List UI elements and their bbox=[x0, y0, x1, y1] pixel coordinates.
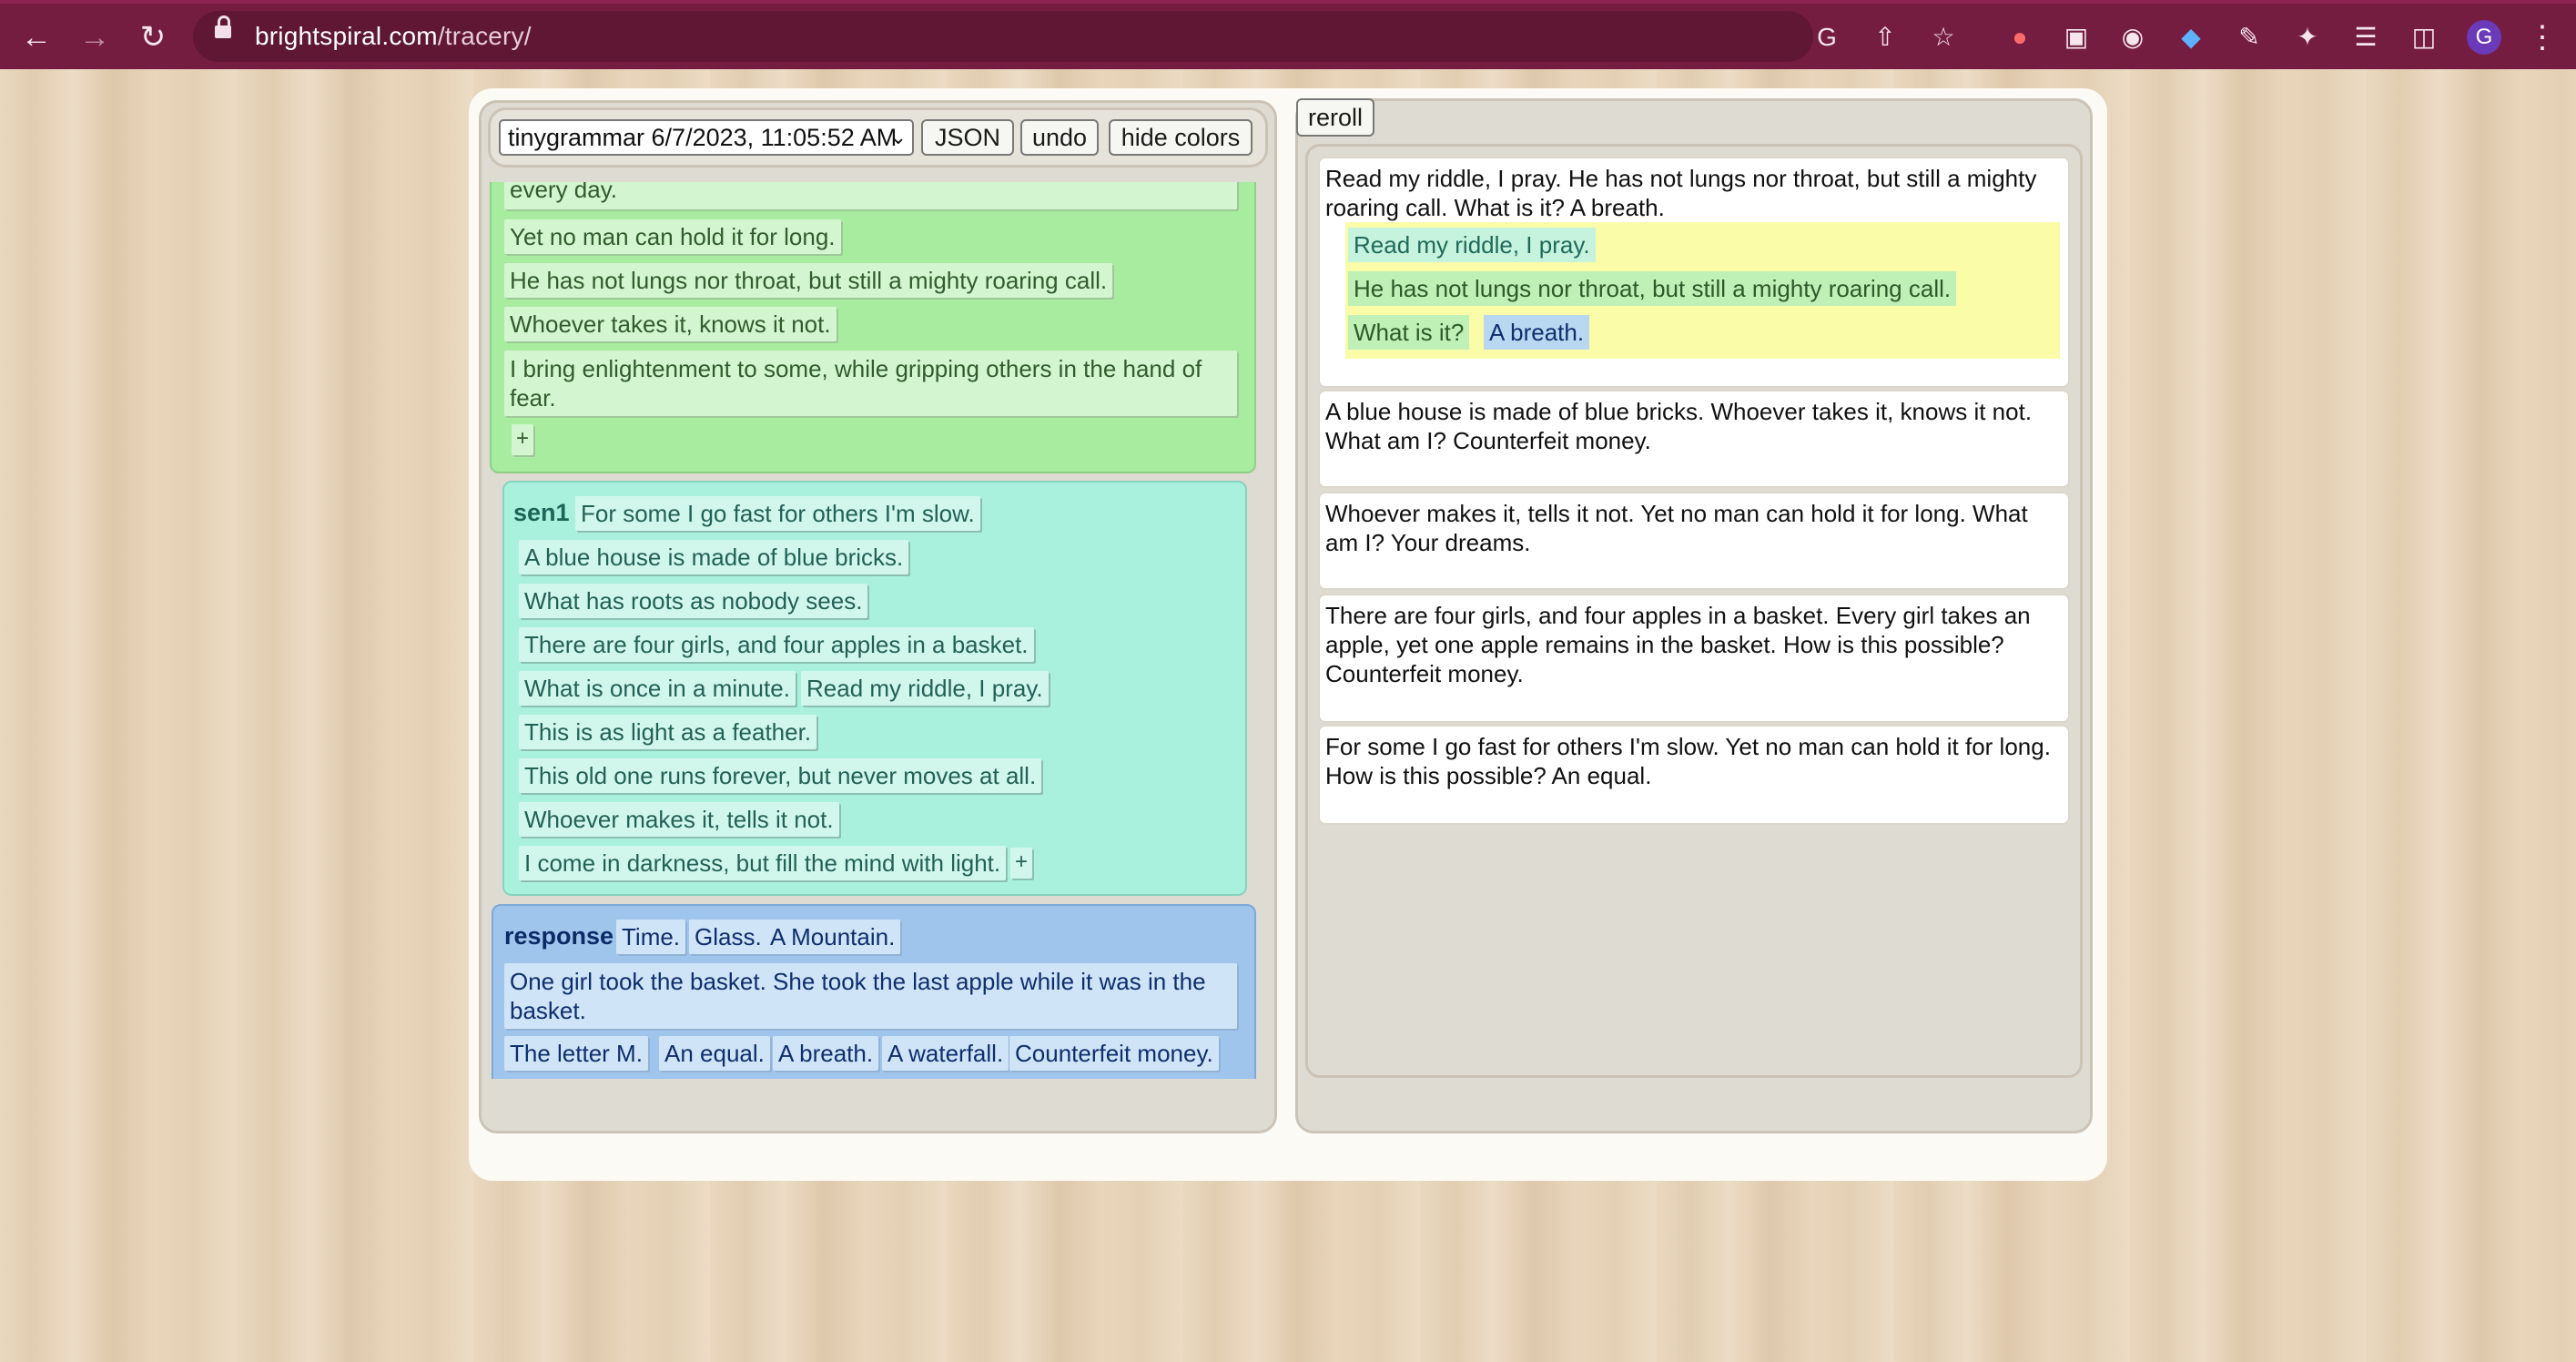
trace-highlight: Read my riddle, I pray. He has not lungs… bbox=[1345, 222, 2060, 359]
trace-segment[interactable]: A breath. bbox=[1484, 315, 1590, 350]
rule-item[interactable]: He has not lungs nor throat, but still a… bbox=[504, 263, 1113, 298]
url-path: /tracery/ bbox=[437, 22, 532, 50]
reroll-button[interactable]: reroll bbox=[1296, 98, 1374, 137]
menu-icon[interactable]: ⋮ bbox=[2527, 20, 2558, 55]
rule-item[interactable]: This old one runs forever, but never mov… bbox=[519, 758, 1042, 793]
grammar-select[interactable]: tinygrammar 6/7/2023, 11:05:52 AM ⌄ bbox=[499, 119, 914, 156]
rule-item[interactable]: Whoever makes it, tells it not. bbox=[519, 802, 839, 837]
rules-list[interactable]: every day. Yet no man can hold it for lo… bbox=[484, 182, 1262, 1079]
url-text[interactable]: brightspiral.com/tracery/ bbox=[255, 22, 532, 51]
rule-item[interactable]: This is as light as a feather. bbox=[519, 715, 817, 749]
json-button[interactable]: JSON bbox=[921, 119, 1014, 156]
output-card[interactable]: For some I go fast for others I'm slow. … bbox=[1318, 725, 2070, 825]
forward-icon[interactable]: → bbox=[76, 19, 113, 56]
extension-cm-icon[interactable]: ◉ bbox=[2115, 20, 2150, 55]
rule-item[interactable]: For some I go fast for others I'm slow. bbox=[575, 496, 980, 531]
url-domain: brightspiral.com bbox=[255, 22, 438, 50]
output-card[interactable]: There are four girls, and four apples in… bbox=[1318, 594, 2070, 723]
rule-item[interactable]: A breath. bbox=[773, 1036, 879, 1071]
rule-item[interactable]: There are four girls, and four apples in… bbox=[519, 627, 1034, 662]
add-item-button[interactable]: + bbox=[512, 424, 533, 455]
output-card[interactable]: Whoever makes it, tells it not. Yet no m… bbox=[1318, 492, 2070, 590]
reload-icon[interactable]: ↻ bbox=[135, 19, 171, 56]
browser-toolbar: ← → ↻ brightspiral.com/tracery/ G ⇧ ☆ ● … bbox=[0, 0, 2576, 69]
rule-item[interactable]: Time. bbox=[616, 920, 686, 954]
rule-item[interactable]: Glass. bbox=[689, 920, 767, 954]
rule-item[interactable]: Read my riddle, I pray. bbox=[801, 671, 1049, 706]
trace-segment[interactable]: What is it? bbox=[1348, 315, 1470, 350]
media-list-icon[interactable]: ☰ bbox=[2348, 20, 2383, 55]
rule-item[interactable]: One girl took the basket. She took the l… bbox=[504, 963, 1237, 1029]
output-text: Read my riddle, I pray. He has not lungs… bbox=[1325, 165, 2037, 221]
output-card[interactable]: A blue house is made of blue bricks. Who… bbox=[1318, 390, 2070, 488]
rule-item[interactable]: What has roots as nobody sees. bbox=[519, 584, 868, 618]
rule-item[interactable]: The letter M. bbox=[504, 1036, 648, 1071]
chevron-down-icon: ⌄ bbox=[889, 126, 907, 148]
gem-icon[interactable]: ◆ bbox=[2174, 20, 2208, 55]
add-item-button[interactable]: + bbox=[1010, 848, 1032, 879]
rule-item[interactable]: I come in darkness, but fill the mind wi… bbox=[519, 846, 1007, 880]
hide-colors-button[interactable]: hide colors bbox=[1109, 119, 1253, 156]
rule-item[interactable]: An equal. bbox=[659, 1036, 770, 1071]
rule-item[interactable]: Counterfeit money. bbox=[1009, 1036, 1219, 1071]
rule-item[interactable]: A blue house is made of blue bricks. bbox=[519, 540, 909, 574]
trace-segment[interactable]: He has not lungs nor throat, but still a… bbox=[1348, 271, 1957, 306]
rule-item[interactable]: Yet no man can hold it for long. bbox=[504, 219, 841, 254]
puzzle-icon[interactable]: ✦ bbox=[2290, 20, 2325, 55]
rule-item[interactable]: I bring enlightenment to some, while gri… bbox=[504, 351, 1237, 416]
back-icon[interactable]: ← bbox=[18, 19, 55, 56]
sidebar-icon[interactable]: ◫ bbox=[2407, 20, 2441, 55]
extension-red-icon[interactable]: ● bbox=[2003, 20, 2037, 55]
bookmark-star-icon[interactable]: ☆ bbox=[1926, 20, 1961, 55]
profile-avatar[interactable]: G bbox=[2467, 20, 2501, 55]
google-icon[interactable]: G bbox=[1810, 20, 1844, 55]
rule-item[interactable]: A Mountain. bbox=[765, 920, 901, 954]
rule-item[interactable]: What is once in a minute. bbox=[519, 671, 796, 706]
lock-icon bbox=[215, 15, 231, 38]
rule-name-response[interactable]: response bbox=[504, 922, 614, 950]
pen-icon[interactable]: ✎ bbox=[2232, 20, 2267, 55]
grammar-select-value: tinygrammar 6/7/2023, 11:05:52 AM bbox=[508, 124, 898, 151]
document-icon[interactable]: ▣ bbox=[2059, 20, 2094, 55]
rule-item[interactable]: every day. bbox=[504, 182, 1237, 209]
share-icon[interactable]: ⇧ bbox=[1868, 20, 1902, 55]
rule-name-sen1[interactable]: sen1 bbox=[513, 499, 570, 527]
rule-item[interactable]: A waterfall. bbox=[882, 1036, 1009, 1071]
undo-button[interactable]: undo bbox=[1020, 119, 1099, 156]
trace-segment[interactable]: Read my riddle, I pray. bbox=[1348, 228, 1596, 262]
rule-item[interactable]: Whoever takes it, knows it not. bbox=[504, 307, 837, 341]
